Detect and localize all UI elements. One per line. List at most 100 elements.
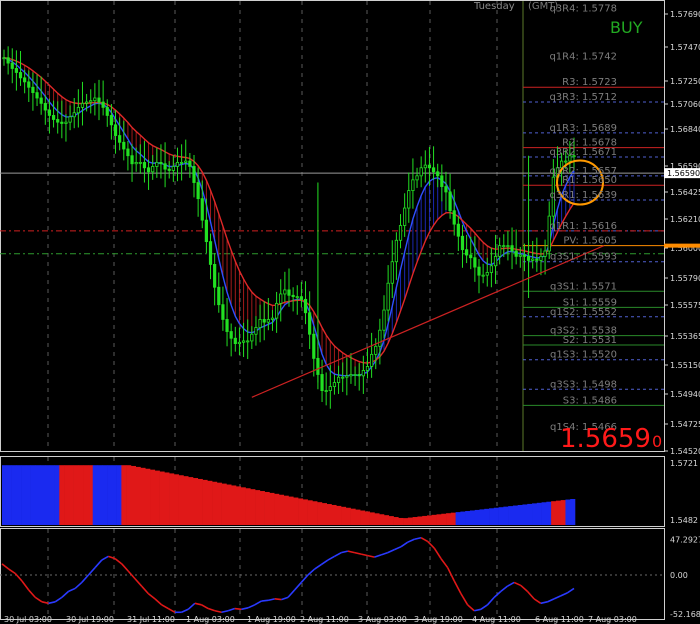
candle-body bbox=[159, 162, 163, 165]
candle-body bbox=[258, 319, 262, 328]
volume-bar bbox=[216, 482, 222, 525]
candle-body bbox=[163, 163, 167, 170]
candle-body bbox=[76, 106, 80, 114]
time-axis: 30 Jul 03:00 30 Jul 19:00 31 Jul 11:00 1 Au… bbox=[4, 615, 637, 624]
candle-body bbox=[146, 167, 151, 173]
candle-body bbox=[233, 337, 237, 345]
candle-body bbox=[89, 100, 93, 103]
volume-bar bbox=[431, 514, 437, 525]
volume-bar bbox=[35, 465, 41, 525]
time-tick-label: 1 Aug 19:00 bbox=[247, 615, 296, 624]
current-price-label: 1.56590 bbox=[667, 169, 700, 178]
pivot-label: q1S3: 1.5520 bbox=[550, 350, 617, 361]
oscillator-segment bbox=[234, 607, 242, 611]
price-tick-label: 1.55790 bbox=[670, 274, 700, 283]
volume-bottom-label: 1.5482 bbox=[670, 516, 698, 525]
volume-bar bbox=[73, 465, 79, 525]
volume-bar bbox=[83, 465, 89, 525]
volume-bar bbox=[508, 506, 514, 525]
volume-bar bbox=[250, 489, 256, 525]
price-tick-label: 1.57690 bbox=[670, 10, 700, 19]
candle-body bbox=[493, 255, 498, 267]
volume-bar bbox=[541, 502, 547, 525]
candle-body bbox=[113, 124, 118, 136]
candle-body bbox=[151, 166, 155, 173]
volume-bar bbox=[231, 485, 237, 525]
pivot-tag bbox=[664, 243, 700, 248]
volume-bar bbox=[479, 509, 485, 525]
volume-bar bbox=[259, 491, 265, 525]
volume-bar bbox=[555, 500, 561, 525]
candle-body bbox=[456, 223, 460, 237]
volume-bar bbox=[403, 518, 409, 525]
candle-body bbox=[14, 68, 18, 73]
candle-body bbox=[208, 241, 213, 265]
volume-bar bbox=[379, 514, 385, 525]
volume-bar bbox=[68, 465, 74, 525]
candle-body bbox=[514, 250, 518, 257]
candle-body bbox=[522, 254, 527, 257]
pivot-label: q3R1: 1.5639 bbox=[549, 190, 617, 201]
candle-body bbox=[23, 77, 27, 83]
volume-bar bbox=[522, 504, 528, 525]
candle-body bbox=[324, 390, 328, 392]
volume-bar bbox=[130, 465, 136, 525]
volume-bar bbox=[11, 465, 17, 525]
volume-bar bbox=[307, 500, 313, 525]
volume-bar bbox=[293, 497, 299, 525]
volume-bar bbox=[140, 467, 146, 525]
volume-bar bbox=[197, 478, 203, 525]
candle-body bbox=[2, 57, 6, 60]
candle-body bbox=[564, 160, 568, 163]
volume-bar bbox=[536, 502, 542, 525]
volume-bar bbox=[169, 473, 175, 525]
price-tick-label: 1.54725 bbox=[670, 420, 700, 429]
volume-bar bbox=[145, 468, 151, 525]
candle-body bbox=[361, 370, 365, 377]
volume-bar bbox=[64, 465, 70, 525]
candle-body bbox=[473, 257, 477, 268]
volume-bar bbox=[460, 511, 466, 525]
volume-bar bbox=[40, 465, 46, 525]
candle-body bbox=[403, 207, 407, 226]
forex-chart[interactable]: q3R4: 1.5778 q1R4: 1.5742 R3: 1.5723 q3R3: … bbox=[0, 0, 700, 624]
volume-bar bbox=[274, 493, 280, 525]
candle-body bbox=[394, 239, 398, 263]
volume-bar bbox=[212, 481, 218, 525]
volume-bar bbox=[54, 465, 60, 525]
candle-body bbox=[477, 266, 481, 276]
candle-body bbox=[299, 296, 303, 300]
pivot-label: S2: 1.5531 bbox=[563, 335, 617, 346]
volume-bar bbox=[312, 501, 318, 525]
price-tick-label: 1.55365 bbox=[670, 332, 700, 341]
candle-body bbox=[365, 366, 370, 371]
price-tick-label: 1.56840 bbox=[670, 125, 700, 134]
volume-bar bbox=[503, 506, 509, 525]
candle-body bbox=[370, 353, 374, 367]
volume-bar bbox=[546, 501, 552, 525]
pivot-label: R1: 1.5650 bbox=[562, 175, 617, 186]
volume-bar bbox=[49, 465, 55, 525]
candle-body bbox=[64, 121, 68, 124]
candle-body bbox=[419, 167, 423, 177]
volume-bar bbox=[78, 465, 84, 525]
candle-body bbox=[171, 166, 175, 171]
pivot-label: q1R4: 1.5742 bbox=[549, 52, 617, 63]
candle-body bbox=[336, 376, 341, 383]
volume-bar bbox=[360, 510, 366, 525]
candle-body bbox=[27, 81, 31, 88]
candle-body bbox=[398, 225, 403, 241]
candle-body bbox=[80, 102, 85, 108]
oscillator-bottom-label: -52.1683 bbox=[670, 610, 700, 619]
timezone-label: (GMT) bbox=[528, 1, 558, 12]
volume-bar bbox=[16, 465, 22, 525]
volume-bar bbox=[527, 503, 533, 525]
candle-body bbox=[353, 374, 357, 376]
oscillator-segment bbox=[261, 599, 269, 602]
volume-bar bbox=[474, 509, 480, 525]
candle-body bbox=[386, 282, 390, 311]
volume-bar bbox=[341, 506, 347, 525]
volume-bar bbox=[469, 510, 476, 525]
volume-bar bbox=[417, 516, 423, 525]
candle-body bbox=[68, 116, 72, 123]
